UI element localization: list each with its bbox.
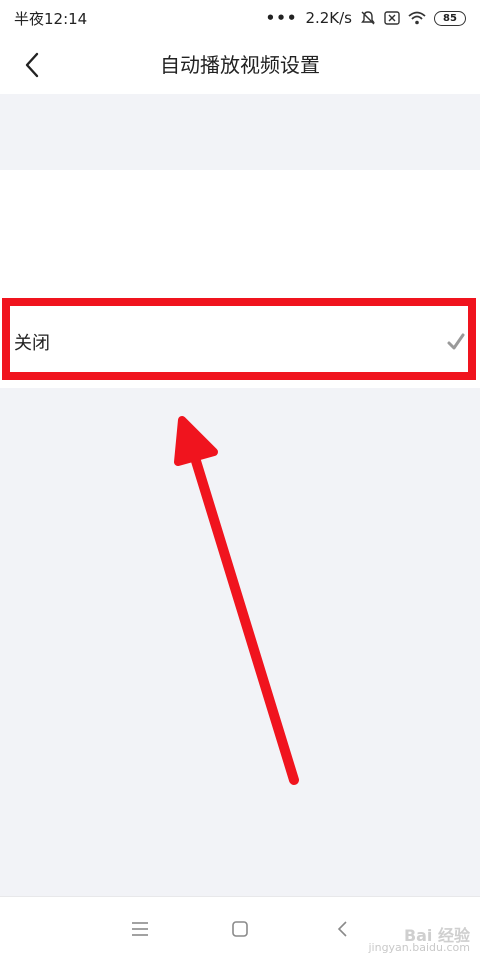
battery-icon: 85 [434,10,466,26]
option-off-row[interactable]: 关闭 [0,302,480,382]
home-square-icon [232,921,248,937]
home-button[interactable] [228,917,252,941]
watermark: Bai 经验 jingyan.baidu.com [368,926,470,954]
status-right-group: ••• 2.2K/s 85 [266,9,466,27]
back-triangle-icon [337,921,347,937]
chevron-left-icon [25,52,39,78]
status-time: 半夜12:14 [14,9,88,28]
menu-button[interactable] [128,917,152,941]
page-title: 自动播放视频设置 [160,53,320,77]
menu-icon [132,922,148,936]
network-speed: 2.2K/s [305,9,352,27]
top-app-bar: 自动播放视频设置 [0,36,480,94]
system-nav-bar: Bai 经验 jingyan.baidu.com [0,896,480,960]
checkmark-icon [446,332,466,352]
sim-icon [384,11,400,25]
mute-icon [360,10,376,26]
more-dots-icon: ••• [265,9,298,27]
section-gap [0,94,480,170]
nav-back-button[interactable] [330,917,354,941]
option-label: 关闭 [14,333,50,354]
back-button[interactable] [14,47,50,83]
status-bar: 半夜12:14 ••• 2.2K/s 85 [0,0,480,36]
wifi-icon [408,11,426,25]
